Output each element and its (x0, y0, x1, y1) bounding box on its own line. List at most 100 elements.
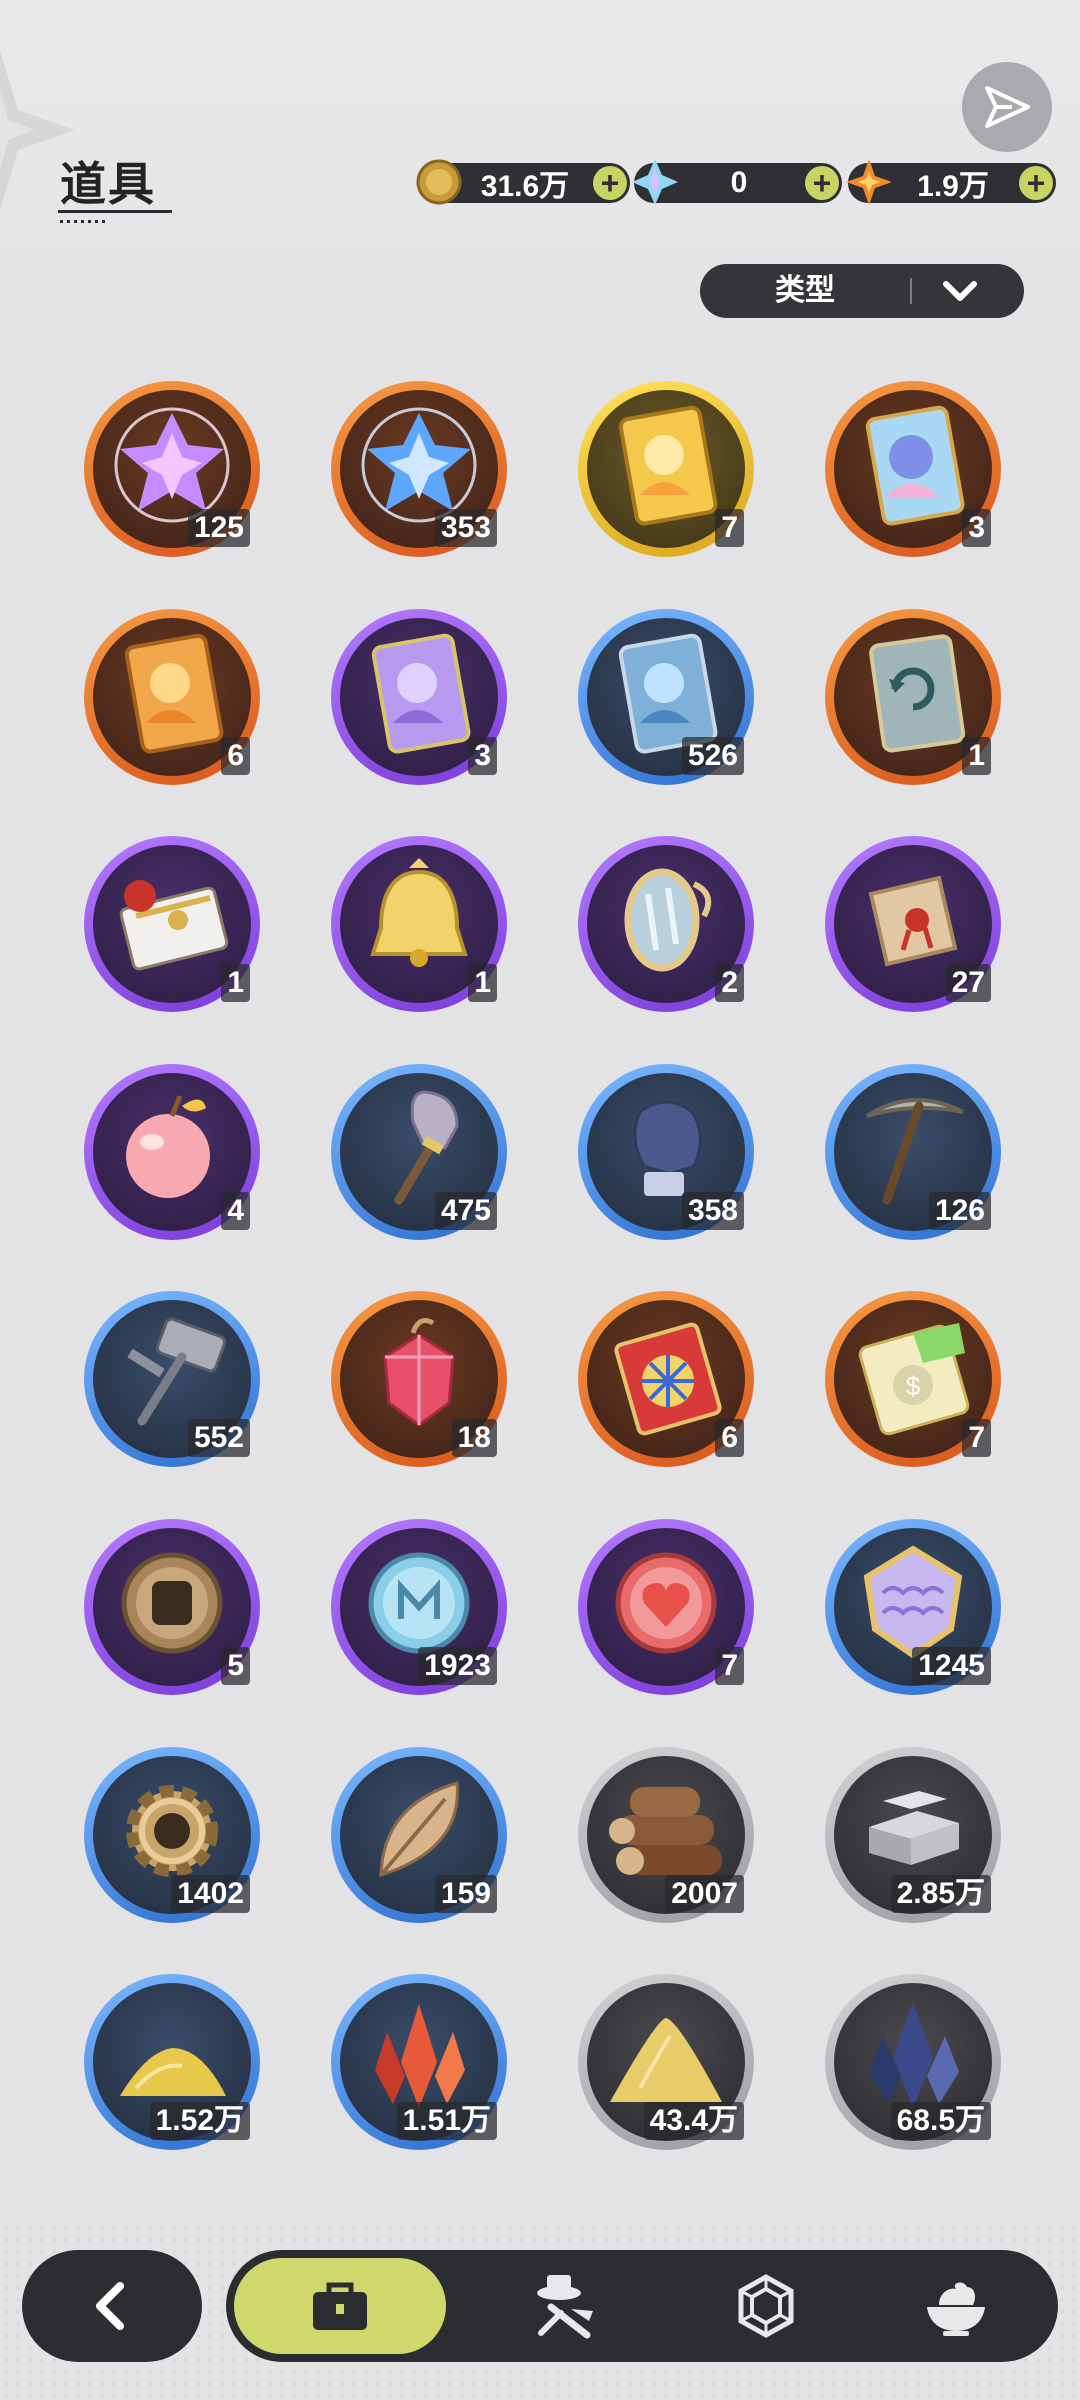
item-count: 1923 (418, 1647, 497, 1685)
add-star-gem-button[interactable]: + (1019, 166, 1053, 200)
tab-gems[interactable] (666, 2250, 866, 2362)
item-slot[interactable]: 27 (825, 836, 1001, 1012)
item-count: 2007 (665, 1875, 744, 1913)
share-button[interactable] (962, 62, 1052, 152)
item-slot[interactable]: 125 (84, 381, 260, 557)
item-count: 18 (451, 1419, 497, 1457)
item-count: 6 (715, 1419, 744, 1457)
item-count: 526 (681, 737, 744, 775)
fist-coin-icon (121, 1552, 223, 1654)
item-slot[interactable]: 1 (331, 836, 507, 1012)
orange-character-card-icon (124, 633, 224, 754)
star-gem-amount: 1.9万 (917, 170, 989, 203)
item-count: 68.5万 (890, 2102, 991, 2140)
item-slot[interactable]: 358 (578, 1064, 754, 1240)
crystal-icon (632, 159, 678, 205)
item-count: 126 (928, 1192, 991, 1230)
gold-character-card-icon (618, 405, 718, 526)
gold-amount: 31.6万 (480, 170, 570, 203)
item-count: 7 (715, 509, 744, 547)
item-slot[interactable]: 1 (825, 609, 1001, 785)
item-slot[interactable]: 2 (578, 836, 754, 1012)
item-slot[interactable]: 3 (331, 609, 507, 785)
item-slot[interactable]: 6 (578, 1291, 754, 1467)
item-count: 358 (681, 1192, 744, 1230)
svg-text:$: $ (906, 1371, 921, 1401)
item-slot[interactable]: 68.5万 (825, 1974, 1001, 2150)
item-count: 159 (434, 1875, 497, 1913)
item-count: 2 (715, 964, 744, 1002)
pink-apple-icon (126, 1095, 210, 1198)
item-slot[interactable]: $7 (825, 1291, 1001, 1467)
item-slot[interactable]: 159 (331, 1747, 507, 1923)
item-slot[interactable]: 18 (331, 1291, 507, 1467)
type-filter-label: 类型 (775, 274, 835, 307)
back-button[interactable] (22, 2250, 202, 2362)
item-slot[interactable]: 5 (84, 1519, 260, 1695)
item-count: 3 (468, 737, 497, 775)
item-slot[interactable]: 1923 (331, 1519, 507, 1695)
heart-coin-icon (615, 1552, 717, 1654)
item-count: 27 (945, 964, 991, 1002)
item-count: 1402 (171, 1875, 250, 1913)
item-slot[interactable]: 6 (84, 609, 260, 785)
item-count: 4 (221, 1192, 250, 1230)
item-slot[interactable]: 2.85万 (825, 1747, 1001, 1923)
item-slot[interactable]: 126 (825, 1064, 1001, 1240)
item-count: 6 (221, 737, 250, 775)
title-underline (58, 210, 172, 213)
item-slot[interactable]: 1245 (825, 1519, 1001, 1695)
item-slot[interactable]: 526 (578, 609, 754, 785)
item-slot[interactable]: 1.52万 (84, 1974, 260, 2150)
gift-box-icon (119, 880, 229, 971)
hat-and-tools-icon (537, 2275, 593, 2339)
item-count: 2.85万 (890, 1875, 991, 1913)
item-count: 7 (715, 1647, 744, 1685)
item-slot[interactable]: 43.4万 (578, 1974, 754, 2150)
header: 道具 31.6万 + 0 + 1.9万 + 类型 (0, 0, 1080, 350)
briefcase-icon (313, 2282, 367, 2330)
item-slot[interactable]: 475 (331, 1064, 507, 1240)
crystal-amount: 0 (730, 166, 748, 199)
type-filter-dropdown[interactable]: 类型 (700, 264, 1024, 318)
tab-food[interactable] (856, 2250, 1056, 2362)
currency-crystal: 0 + (632, 159, 842, 205)
item-count: 353 (434, 509, 497, 547)
item-slot[interactable]: 1.51万 (331, 1974, 507, 2150)
item-count: 1.51万 (396, 2102, 497, 2140)
bowl-icon (927, 2282, 985, 2336)
item-slot[interactable]: 7 (578, 381, 754, 557)
item-count: 1 (962, 737, 991, 775)
item-count: 5 (221, 1647, 250, 1685)
purple-character-card-icon (371, 633, 471, 754)
star-gem-icon (846, 159, 892, 205)
item-slot[interactable]: 1402 (84, 1747, 260, 1923)
item-slot[interactable]: 7 (578, 1519, 754, 1695)
tab-equipment[interactable] (466, 2250, 666, 2362)
item-count: 43.4万 (643, 2102, 744, 2140)
title-dots (60, 220, 108, 223)
rainbow-character-card-icon (865, 405, 965, 526)
golden-bell-icon (370, 858, 468, 967)
add-gold-button[interactable]: + (593, 166, 627, 200)
bottom-tab-bar (226, 2250, 1058, 2362)
add-crystal-button[interactable]: + (805, 166, 839, 200)
tab-items[interactable] (234, 2258, 446, 2354)
item-slot[interactable]: 1 (84, 836, 260, 1012)
item-slot[interactable]: 353 (331, 381, 507, 557)
item-count: 1.52万 (149, 2102, 250, 2140)
item-grid: 125 353 7 3 6 3 526 1 1 1 2 27 4 475 358 126 552 18 6 $7 5 19… (0, 350, 1080, 2200)
rainbow-ticket-icon: $ (858, 1323, 970, 1436)
reset-card-icon (869, 634, 966, 753)
chevron-down-icon (943, 281, 977, 301)
item-slot[interactable]: 552 (84, 1291, 260, 1467)
item-slot[interactable]: 3 (825, 381, 1001, 557)
item-slot[interactable]: 2007 (578, 1747, 754, 1923)
item-count: 3 (962, 509, 991, 547)
item-slot[interactable]: 4 (84, 1064, 260, 1240)
item-count: 1 (468, 964, 497, 1002)
page-title: 道具 (60, 158, 156, 210)
currency-gold: 31.6万 + (416, 159, 630, 205)
item-count: 1 (221, 964, 250, 1002)
back-arrow-icon (96, 2282, 124, 2330)
